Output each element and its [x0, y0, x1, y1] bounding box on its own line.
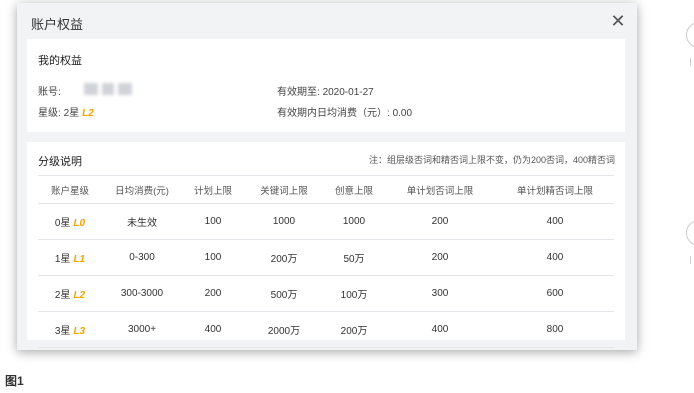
- cell-plan: 100: [182, 203, 244, 240]
- partial-edge-mark: [690, 58, 694, 66]
- cell-keyword: 500万: [244, 275, 324, 312]
- avg-spend-label: 有效期内日均消费（元）:: [277, 108, 390, 119]
- star-label: 2星: [54, 290, 71, 301]
- expiry-label: 有效期至:: [277, 87, 323, 98]
- level-note: 注：组层级否词和精否词上限不变，仍为200否词，400精否词: [368, 155, 615, 165]
- header-neg-limit: 单计划否词上限: [384, 175, 496, 204]
- cell-spend: 0-300: [102, 239, 182, 276]
- cell-plan: 200: [182, 275, 244, 312]
- level-table: 账户星级 日均消费(元) 计划上限 关键词上限 创意上限 单计划否词上限 单计划…: [38, 175, 614, 348]
- partial-circle-icon: [686, 22, 694, 48]
- table-header-row: 账户星级 日均消费(元) 计划上限 关键词上限 创意上限 单计划否词上限 单计划…: [38, 175, 614, 204]
- star-label: 3星: [54, 326, 71, 337]
- level-value: 2星: [63, 108, 80, 119]
- table-row: 0星 L0 未生效 100 1000 1000 200 400: [38, 203, 614, 240]
- header-creative-limit: 创意上限: [324, 175, 384, 204]
- partial-edge-mark: [690, 256, 694, 264]
- close-icon[interactable]: ✕: [609, 12, 627, 30]
- table-row: 1星 L1 0-300 100 200万 50万 200 400: [38, 239, 614, 276]
- level-badge: L2: [82, 108, 94, 119]
- header-daily-spend: 日均消费(元): [102, 175, 182, 204]
- modal-header: 账户权益 ✕: [17, 3, 637, 41]
- cell-creative: 100万: [324, 275, 384, 312]
- cell-creative: 50万: [324, 239, 384, 276]
- cell-spend: 未生效: [102, 203, 182, 240]
- header-exact-neg-limit: 单计划精否词上限: [496, 175, 614, 204]
- cell-exact-neg: 400: [496, 203, 614, 240]
- cell-star: 2星 L2: [38, 275, 102, 312]
- cell-exact-neg: 600: [496, 275, 614, 312]
- my-rights-card: 我的权益 账号: 星级: 2星 L2 有效期至: 2020-01-27 有效期内日…: [27, 39, 625, 132]
- table-row: 3星 L3 3000+ 400 2000万 200万 400 800: [38, 311, 614, 348]
- cell-exact-neg: 400: [496, 239, 614, 276]
- avg-spend-value: 0.00: [392, 108, 413, 119]
- cell-star: 1星 L1: [38, 239, 102, 276]
- cell-neg: 200: [384, 239, 496, 276]
- avg-spend-row: 有效期内日均消费（元）: 0.00: [277, 104, 412, 119]
- account-rights-modal: 账户权益 ✕ 我的权益 账号: 星级: 2星 L2 有效期至: 2020-01-2…: [17, 3, 637, 350]
- my-rights-title: 我的权益: [38, 55, 82, 67]
- star-label: 0星: [54, 218, 71, 229]
- cell-keyword: 1000: [244, 203, 324, 240]
- star-badge: L0: [73, 218, 86, 229]
- figure-caption: 图1: [5, 374, 24, 388]
- cell-star: 0星 L0: [38, 203, 102, 240]
- cell-keyword: 2000万: [244, 311, 324, 348]
- expiry-value: 2020-01-27: [322, 87, 374, 98]
- cell-exact-neg: 800: [496, 311, 614, 348]
- cell-neg: 200: [384, 203, 496, 240]
- account-label: 账号:: [38, 87, 61, 98]
- star-badge: L3: [73, 326, 86, 337]
- table-row: 2星 L2 300-3000 200 500万 100万 300 600: [38, 275, 614, 312]
- level-description-card: 分级说明 注：组层级否词和精否词上限不变，仍为200否词，400精否词 账户星级…: [27, 142, 625, 348]
- cell-plan: 100: [182, 239, 244, 276]
- star-badge: L2: [73, 290, 86, 301]
- level-description-title: 分级说明: [38, 156, 82, 168]
- cell-neg: 400: [384, 311, 496, 348]
- cell-spend: 300-3000: [102, 275, 182, 312]
- level-label: 星级:: [38, 108, 64, 119]
- level-row: 星级: 2星 L2: [38, 104, 94, 119]
- expiry-row: 有效期至: 2020-01-27: [277, 83, 374, 98]
- header-account-star: 账户星级: [38, 175, 102, 204]
- cell-plan: 400: [182, 311, 244, 348]
- cell-creative: 200万: [324, 311, 384, 348]
- partial-circle-icon: [686, 220, 694, 246]
- star-badge: L1: [73, 254, 86, 265]
- cell-neg: 300: [384, 275, 496, 312]
- cell-star: 3星 L3: [38, 311, 102, 348]
- header-keyword-limit: 关键词上限: [244, 175, 324, 204]
- modal-title: 账户权益: [31, 17, 84, 32]
- header-plan-limit: 计划上限: [182, 175, 244, 204]
- star-label: 1星: [54, 254, 71, 265]
- cell-creative: 1000: [324, 203, 384, 240]
- cell-spend: 3000+: [102, 311, 182, 348]
- cell-keyword: 200万: [244, 239, 324, 276]
- account-value-blurred: [84, 83, 134, 95]
